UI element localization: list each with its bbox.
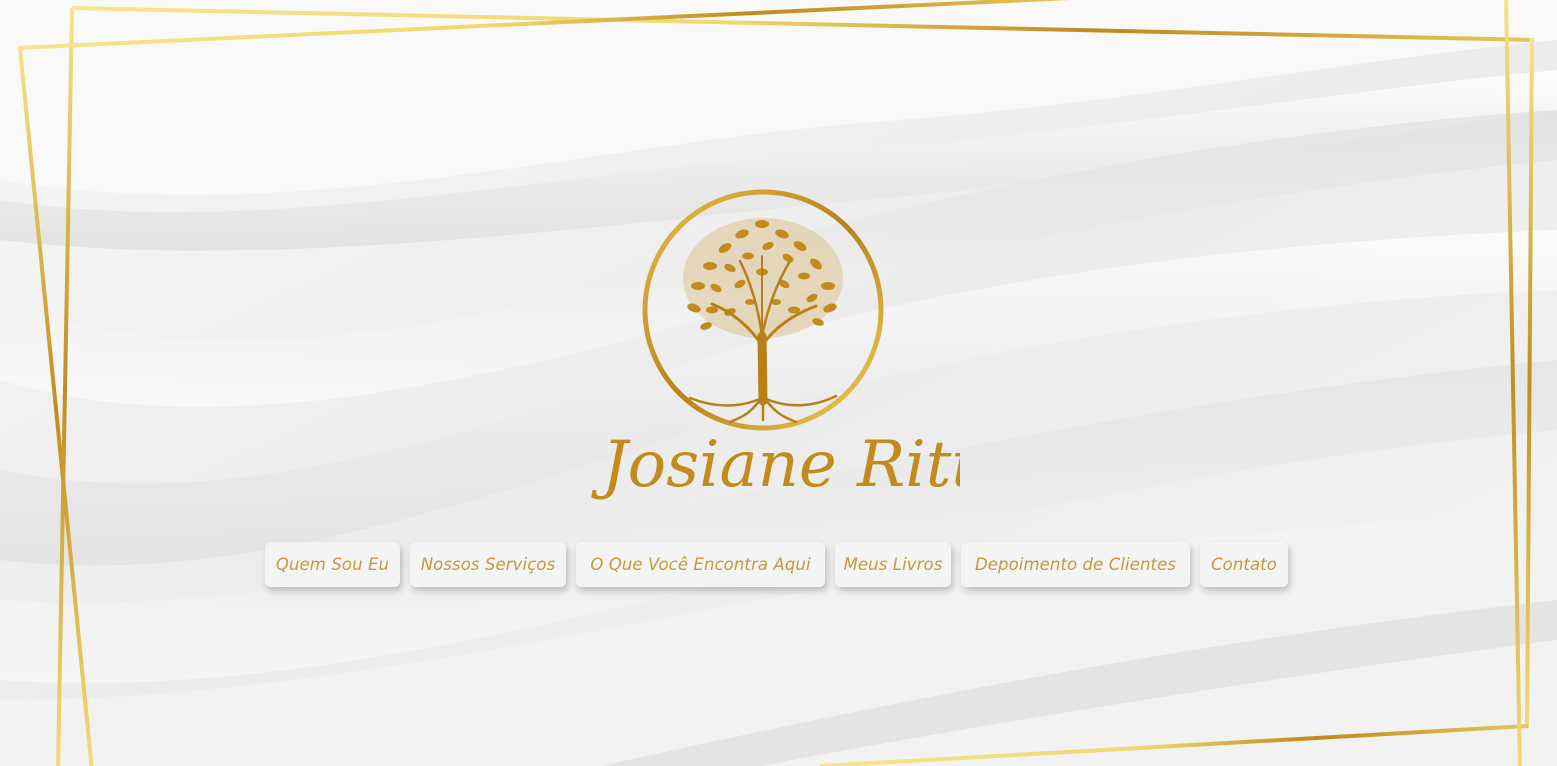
nav-item-meus-livros[interactable]: Meus Livros <box>835 542 951 587</box>
main-navigation: Quem Sou Eu Nossos Serviços O Que Você E… <box>265 542 1288 587</box>
brand-signature: Josiane Ritta <box>591 428 960 502</box>
nav-item-depoimento-de-clientes[interactable]: Depoimento de Clientes <box>961 542 1190 587</box>
nav-item-quem-sou-eu[interactable]: Quem Sou Eu <box>265 542 400 587</box>
tree-of-life-icon: Josiane Ritta <box>591 189 1015 502</box>
logo[interactable]: Josiane Ritta <box>590 186 1015 526</box>
nav-item-o-que-voce-encontra-aqui[interactable]: O Que Você Encontra Aqui <box>576 542 825 587</box>
nav-item-contato[interactable]: Contato <box>1200 542 1288 587</box>
nav-item-nossos-servicos[interactable]: Nossos Serviços <box>410 542 566 587</box>
